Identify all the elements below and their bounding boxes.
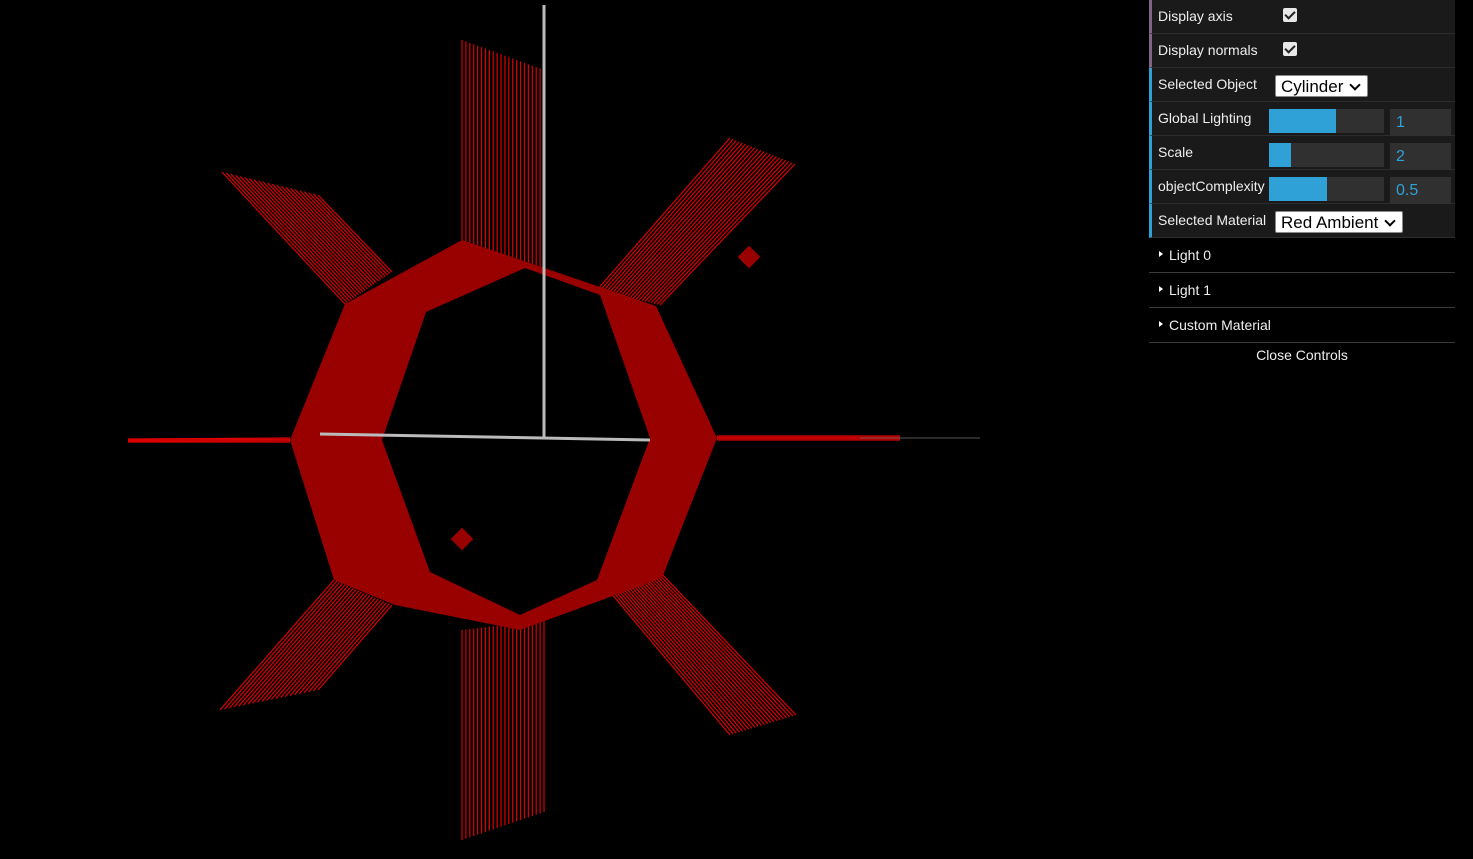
normal-line-bottom-left	[238, 584, 346, 707]
caret-right-icon	[1159, 286, 1163, 292]
normal-line-bottom-right	[602, 579, 734, 735]
normal-line-top-right	[611, 143, 746, 294]
normal-line-top-right	[614, 145, 750, 295]
scale-input[interactable]: 2	[1390, 143, 1451, 170]
selected-material-row: Selected Material Red Ambient	[1149, 204, 1455, 238]
selected-material-select[interactable]: Red Ambient	[1275, 211, 1404, 233]
folder-custom-material[interactable]: Custom Material	[1149, 308, 1455, 343]
normal-line-bottom-left	[247, 586, 352, 705]
normal-line-bottom-right	[650, 572, 788, 719]
normal-line-bottom-left	[294, 598, 379, 696]
normal-line-bottom-left	[270, 592, 365, 700]
normal-line-bottom-right	[599, 579, 731, 736]
caret-right-icon	[1159, 251, 1163, 257]
normal-line-top-right	[623, 148, 759, 297]
display-axis-checkbox[interactable]	[1283, 8, 1297, 22]
normal-line-top-left	[253, 179, 362, 294]
object-complexity-label: objectComplexity	[1158, 178, 1265, 194]
normal-line-bottom-right	[656, 571, 794, 717]
normal-line-top-left	[290, 188, 380, 282]
object-complexity-fill	[1269, 177, 1327, 201]
global-lighting-label: Global Lighting	[1158, 110, 1252, 126]
normal-line-top-left	[285, 186, 377, 284]
folder-light-1[interactable]: Light 1	[1149, 273, 1455, 308]
selected-object-row: Selected Object Cylinder	[1149, 68, 1455, 102]
normal-line-bottom-left	[303, 601, 385, 694]
object-complexity-input[interactable]: 0.5	[1390, 177, 1451, 204]
normal-line-top-right	[626, 149, 762, 298]
normal-line-bottom-right	[622, 576, 756, 728]
scale-fill	[1269, 143, 1291, 167]
normal-line-bottom-left	[219, 579, 335, 711]
normal-line-bottom-right	[605, 578, 737, 734]
light-marker-0	[737, 245, 761, 269]
scale-row: Scale 2	[1149, 136, 1455, 170]
normal-line-bottom-left	[275, 593, 368, 699]
normal-line-top-right	[620, 147, 756, 297]
normal-line-top-right	[602, 140, 737, 292]
folder-light-0-label: Light 0	[1169, 247, 1212, 263]
normal-line-bottom-right	[608, 578, 740, 733]
global-lighting-row: Global Lighting 1	[1149, 102, 1455, 136]
object-complexity-slider[interactable]	[1269, 177, 1384, 201]
normal-line-top-right	[617, 146, 753, 296]
normal-line-bottom-left	[242, 585, 349, 706]
scale-slider[interactable]	[1269, 143, 1384, 167]
normal-line-bottom-right	[628, 575, 762, 726]
normal-line-top-right	[599, 138, 734, 292]
folder-light-0[interactable]: Light 0	[1149, 238, 1455, 273]
normal-line-top-left	[230, 173, 350, 302]
display-axis-row: Display axis	[1149, 0, 1455, 34]
object-complexity-row: objectComplexity 0.5	[1149, 170, 1455, 204]
normal-line-top-left	[271, 183, 371, 288]
normal-line-bottom-right	[625, 576, 759, 727]
normals-lines	[127, 40, 900, 840]
normal-line-bottom-left	[224, 580, 338, 710]
scale-label: Scale	[1158, 144, 1194, 160]
caret-right-icon	[1159, 321, 1163, 327]
normal-line-top-right	[608, 142, 743, 294]
folder-light-1-label: Light 1	[1169, 282, 1212, 298]
normal-line-bottom-right	[653, 572, 791, 718]
selected-object-label: Selected Object	[1158, 76, 1257, 92]
normal-line-top-left	[248, 178, 359, 296]
normal-line-bottom-right	[659, 571, 797, 716]
display-normals-label: Display normals	[1158, 42, 1258, 58]
close-controls-button[interactable]: Close Controls	[1149, 343, 1455, 367]
normal-line-top-left	[235, 174, 353, 300]
normal-line-top-right	[629, 151, 765, 299]
display-normals-row: Display normals	[1149, 34, 1455, 68]
selected-material-label: Selected Material	[1158, 212, 1267, 228]
controls-panel: Display axis Display normals Selected Ob…	[1149, 0, 1455, 367]
normal-line-top-left	[312, 193, 391, 274]
normal-line-bottom-left	[266, 591, 363, 701]
normal-line-left	[127, 438, 291, 441]
folder-custom-material-label: Custom Material	[1169, 317, 1271, 333]
selected-object-select[interactable]: Cylinder	[1275, 75, 1369, 97]
global-lighting-fill	[1269, 109, 1336, 133]
light-marker-1	[450, 527, 474, 551]
normal-line-top-right	[605, 141, 740, 293]
global-lighting-slider[interactable]	[1269, 109, 1384, 133]
display-axis-label: Display axis	[1158, 8, 1233, 24]
display-normals-checkbox[interactable]	[1283, 42, 1297, 56]
normal-line-bottom-right	[630, 575, 766, 725]
global-lighting-input[interactable]: 1	[1390, 109, 1451, 136]
